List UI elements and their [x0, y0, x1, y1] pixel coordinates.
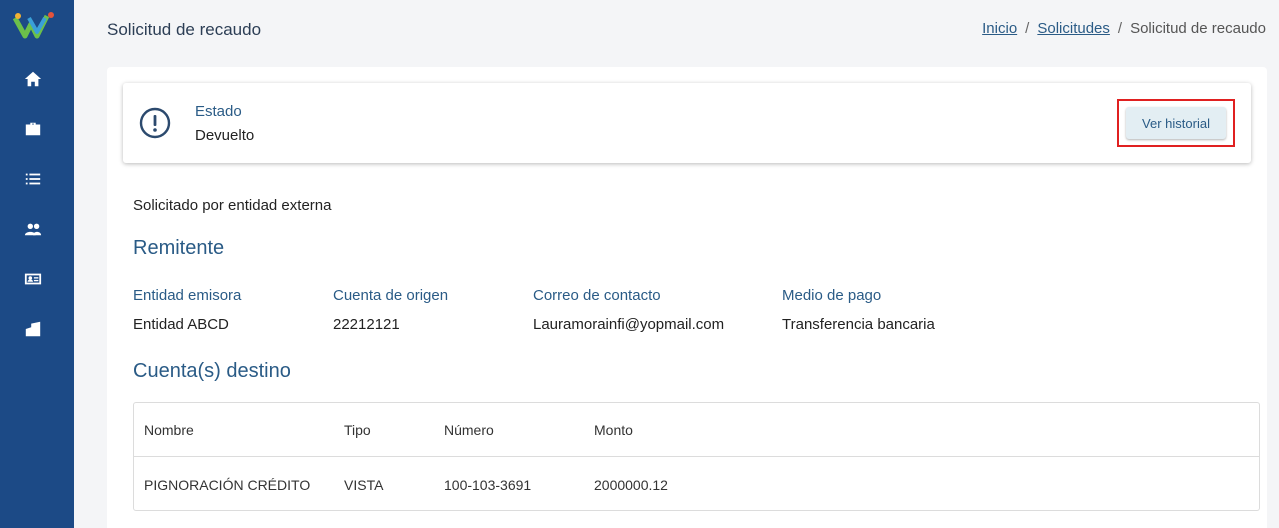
status-label: Estado — [195, 103, 242, 120]
sidebar-item-home[interactable] — [22, 68, 44, 90]
requested-by-text: Solicitado por entidad externa — [133, 197, 332, 214]
sidebar-item-list[interactable] — [22, 168, 44, 190]
status-value: Devuelto — [195, 127, 255, 144]
field-value-payment-method: Transferencia bancaria — [782, 316, 935, 333]
id-card-icon — [24, 273, 42, 285]
breadcrumb: Inicio / Solicitudes / Solicitud de reca… — [982, 20, 1266, 37]
field-value-source-account: 22212121 — [333, 316, 400, 333]
table-cell-amount: 2000000.12 — [594, 477, 668, 493]
app-logo-icon[interactable] — [13, 10, 55, 40]
column-header-type: Tipo — [344, 422, 371, 438]
section-title-destination: Cuenta(s) destino — [133, 360, 291, 382]
home-icon — [24, 71, 42, 87]
table-cell-number: 100-103-3691 — [444, 477, 532, 493]
building-icon — [25, 321, 41, 337]
section-title-sender: Remitente — [133, 237, 225, 259]
breadcrumb-current: Solicitud de recaudo — [1130, 20, 1266, 37]
field-label-issuing-entity: Entidad emisora — [133, 287, 242, 304]
destination-table: Nombre Tipo Número Monto PIGNORACIÓN CRÉ… — [133, 402, 1260, 511]
status-card: Estado Devuelto Ver historial — [123, 83, 1251, 163]
breadcrumb-link-inicio[interactable]: Inicio — [982, 20, 1017, 37]
breadcrumb-separator: / — [1117, 20, 1123, 37]
request-card: Estado Devuelto Ver historial Solicitado… — [107, 67, 1267, 528]
sidebar-item-building[interactable] — [22, 318, 44, 340]
page-title: Solicitud de recaudo — [107, 20, 262, 39]
field-value-issuing-entity: Entidad ABCD — [133, 316, 229, 333]
sidebar-item-users[interactable] — [22, 218, 44, 240]
exclamation-circle-icon — [139, 107, 171, 139]
breadcrumb-link-solicitudes[interactable]: Solicitudes — [1037, 20, 1110, 37]
column-header-name: Nombre — [144, 422, 194, 438]
sidebar — [0, 0, 74, 528]
sidebar-item-briefcase[interactable] — [22, 118, 44, 140]
list-icon — [25, 173, 41, 185]
table-cell-type: VISTA — [344, 477, 384, 493]
table-cell-name: PIGNORACIÓN CRÉDITO — [144, 477, 311, 493]
breadcrumb-separator: / — [1025, 20, 1030, 37]
briefcase-icon — [25, 122, 41, 136]
column-header-number: Número — [444, 422, 494, 438]
users-icon — [24, 223, 42, 236]
view-history-button[interactable]: Ver historial — [1126, 107, 1226, 139]
table-row: PIGNORACIÓN CRÉDITO VISTA 100-103-3691 2… — [134, 458, 1259, 512]
field-label-payment-method: Medio de pago — [782, 287, 882, 304]
sidebar-item-id-card[interactable] — [22, 268, 44, 290]
column-header-amount: Monto — [594, 422, 633, 438]
field-value-contact-email: Lauramorainfi@yopmail.com — [533, 316, 725, 333]
table-header-row: Nombre Tipo Número Monto — [134, 403, 1259, 457]
field-label-source-account: Cuenta de origen — [333, 287, 449, 304]
field-label-contact-email: Correo de contacto — [533, 287, 661, 304]
